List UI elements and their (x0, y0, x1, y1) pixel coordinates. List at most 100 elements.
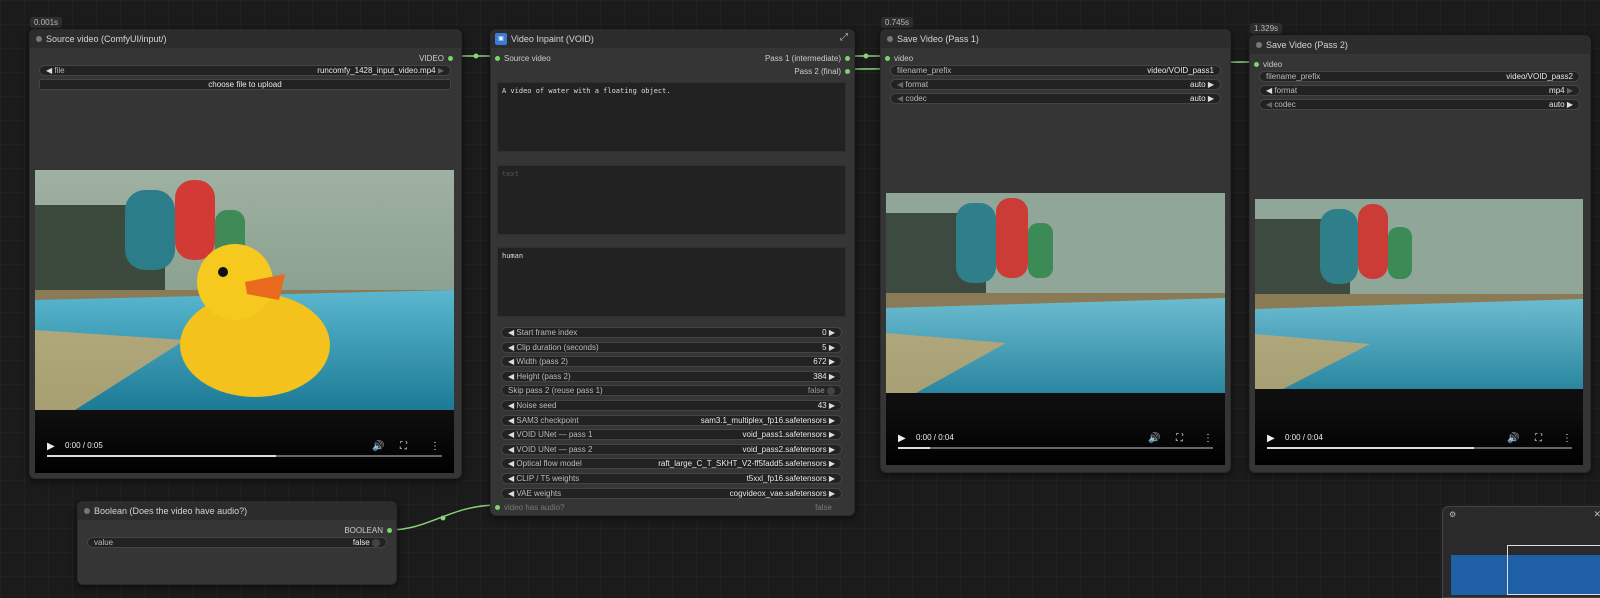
left-arrow-icon[interactable]: ◀ (508, 401, 514, 410)
left-arrow-icon[interactable]: ◀ (508, 474, 514, 483)
right-arrow-icon[interactable]: ▶ (1208, 94, 1214, 103)
progress-bar[interactable] (47, 455, 442, 457)
output-port-pass1[interactable]: Pass 1 (intermediate) (765, 53, 850, 63)
collapse-dot-icon[interactable] (1256, 42, 1262, 48)
param-widget[interactable]: ◀ VAE weights cogvideox_vae.safetensors ▶ (501, 487, 842, 499)
left-arrow-icon[interactable]: ◀ (1266, 100, 1272, 109)
param-widget[interactable]: ◀ Clip duration (seconds) 5 ▶ (501, 341, 842, 353)
input-port-video[interactable]: video (1254, 59, 1282, 69)
fullscreen-icon[interactable]: ⛶ (1535, 433, 1542, 444)
codec-combo[interactable]: ◀ codec auto ▶ (1259, 99, 1580, 110)
right-arrow-icon[interactable]: ▶ (829, 430, 835, 439)
port-dot-icon[interactable] (387, 527, 392, 533)
node-title[interactable]: Boolean (Does the video have audio?) (78, 502, 396, 520)
param-widget[interactable]: ◀ Height (pass 2) 384 ▶ (501, 370, 842, 382)
toggle-knob-icon[interactable] (827, 387, 835, 396)
right-arrow-icon[interactable]: ▶ (829, 459, 835, 468)
source-video-node[interactable]: Source video (ComfyUI/input/) VIDEO ◀ fi… (29, 29, 462, 479)
codec-combo[interactable]: ◀ codec auto ▶ (890, 93, 1221, 104)
toggle-knob-icon[interactable] (372, 538, 380, 547)
node-title[interactable]: Save Video (Pass 1) (881, 30, 1230, 48)
port-dot-icon[interactable] (1254, 61, 1259, 67)
right-arrow-icon[interactable]: ▶ (438, 66, 444, 75)
left-arrow-icon[interactable]: ◀ (508, 489, 514, 498)
param-widget[interactable]: ◀ Width (pass 2) 672 ▶ (501, 356, 842, 368)
boolean-toggle[interactable]: value false (87, 537, 387, 548)
param-widget[interactable]: ◀ Optical flow model raft_large_C_T_SKHT_… (501, 458, 842, 470)
output-port-boolean[interactable]: BOOLEAN (344, 525, 392, 535)
param-widget[interactable]: ◀ VOID UNet — pass 1 void_pass1.safetenso… (501, 429, 842, 441)
right-arrow-icon[interactable]: ▶ (829, 328, 835, 337)
more-options-icon[interactable]: ⋮ (430, 441, 440, 452)
left-arrow-icon[interactable]: ◀ (508, 445, 514, 454)
human-textarea[interactable]: human (497, 247, 846, 317)
video-player[interactable]: ▶ 0:00 / 0:04 🔊 ⛶ ⋮ (886, 193, 1225, 465)
left-arrow-icon[interactable]: ◀ (508, 459, 514, 468)
port-dot-icon[interactable] (495, 55, 500, 61)
param-widget[interactable]: ◀ Start frame index 0 ▶ (501, 327, 842, 338)
param-widget[interactable]: ◀ VOID UNet — pass 2 void_pass2.safetenso… (501, 443, 842, 455)
video-inpaint-node[interactable]: ▣ Video Inpaint (VOID) ⤢ Source video Pa… (490, 29, 855, 516)
right-arrow-icon[interactable]: ▶ (1567, 100, 1573, 109)
save-video-pass2-node[interactable]: Save Video (Pass 2) video filename_prefi… (1249, 35, 1591, 473)
right-arrow-icon[interactable]: ▶ (1567, 86, 1573, 95)
volume-icon[interactable]: 🔊 (1148, 433, 1160, 444)
right-arrow-icon[interactable]: ▶ (829, 357, 835, 366)
port-dot-icon[interactable] (845, 68, 850, 74)
param-widget[interactable]: Skip pass 2 (reuse pass 1) false (501, 385, 842, 397)
file-combo[interactable]: ◀ file runcomfy_1428_input_video.mp4 ▶ (39, 65, 451, 76)
left-arrow-icon[interactable]: ◀ (508, 416, 514, 425)
right-arrow-icon[interactable]: ▶ (829, 343, 835, 352)
filename-prefix-field[interactable]: filename_prefix video/VOID_pass1 (890, 65, 1221, 76)
progress-bar[interactable] (898, 447, 1213, 449)
collapse-dot-icon[interactable] (84, 508, 90, 514)
fullscreen-icon[interactable]: ⛶ (1176, 433, 1183, 444)
left-arrow-icon[interactable]: ◀ (1266, 86, 1272, 95)
input-port-video[interactable]: video (885, 53, 913, 63)
left-arrow-icon[interactable]: ◀ (508, 328, 514, 337)
param-widget[interactable]: ◀ Noise seed 43 ▶ (501, 400, 842, 411)
close-icon[interactable]: ✕ (1593, 509, 1600, 520)
output-port-pass2[interactable]: Pass 2 (final) (794, 66, 850, 76)
volume-icon[interactable]: 🔊 (372, 441, 384, 452)
left-arrow-icon[interactable]: ◀ (508, 372, 514, 381)
node-title[interactable]: ▣ Video Inpaint (VOID) ⤢ (491, 30, 854, 48)
port-dot-icon[interactable] (448, 55, 453, 61)
left-arrow-icon[interactable]: ◀ (897, 94, 903, 103)
more-options-icon[interactable]: ⋮ (1562, 433, 1572, 444)
play-icon[interactable]: ▶ (47, 441, 55, 452)
play-icon[interactable]: ▶ (1267, 433, 1275, 444)
collapse-dot-icon[interactable] (887, 36, 893, 42)
minimap-viewport[interactable] (1507, 545, 1600, 595)
left-arrow-icon[interactable]: ◀ (508, 430, 514, 439)
node-title[interactable]: Source video (ComfyUI/input/) (30, 30, 461, 48)
port-dot-icon[interactable] (495, 504, 500, 510)
play-icon[interactable]: ▶ (898, 433, 906, 444)
filename-prefix-field[interactable]: filename_prefix video/VOID_pass2 (1259, 71, 1580, 82)
port-dot-icon[interactable] (885, 55, 890, 61)
collapse-dot-icon[interactable] (36, 36, 42, 42)
expand-icon[interactable]: ⤢ (840, 32, 848, 43)
left-arrow-icon[interactable]: ◀ (46, 66, 52, 75)
input-port-source-video[interactable]: Source video (495, 53, 551, 63)
right-arrow-icon[interactable]: ▶ (829, 489, 835, 498)
output-port-video[interactable]: VIDEO (419, 53, 453, 63)
format-combo[interactable]: ◀ format mp4 ▶ (1259, 85, 1580, 96)
param-widget[interactable]: ◀ CLIP / T5 weights t5xxl_fp16.safetensor… (501, 473, 842, 484)
input-port-audio[interactable]: video has audio? (495, 502, 565, 512)
right-arrow-icon[interactable]: ▶ (1208, 80, 1214, 89)
text-textarea[interactable]: text (497, 165, 846, 235)
boolean-node[interactable]: Boolean (Does the video have audio?) BOO… (77, 501, 397, 585)
settings-sliders-icon[interactable]: ⚙ (1449, 510, 1456, 519)
more-options-icon[interactable]: ⋮ (1203, 433, 1213, 444)
right-arrow-icon[interactable]: ▶ (829, 372, 835, 381)
upload-button[interactable]: choose file to upload (39, 79, 451, 90)
right-arrow-icon[interactable]: ▶ (829, 401, 835, 410)
right-arrow-icon[interactable]: ▶ (829, 445, 835, 454)
node-title[interactable]: Save Video (Pass 2) (1250, 36, 1590, 54)
right-arrow-icon[interactable]: ▶ (829, 416, 835, 425)
fullscreen-icon[interactable]: ⛶ (400, 441, 407, 452)
minimap[interactable]: ⚙ ✕ (1442, 506, 1600, 598)
param-widget[interactable]: ◀ SAM3 checkpoint sam3.1_multiplex_fp16.s… (501, 414, 842, 426)
left-arrow-icon[interactable]: ◀ (508, 357, 514, 366)
